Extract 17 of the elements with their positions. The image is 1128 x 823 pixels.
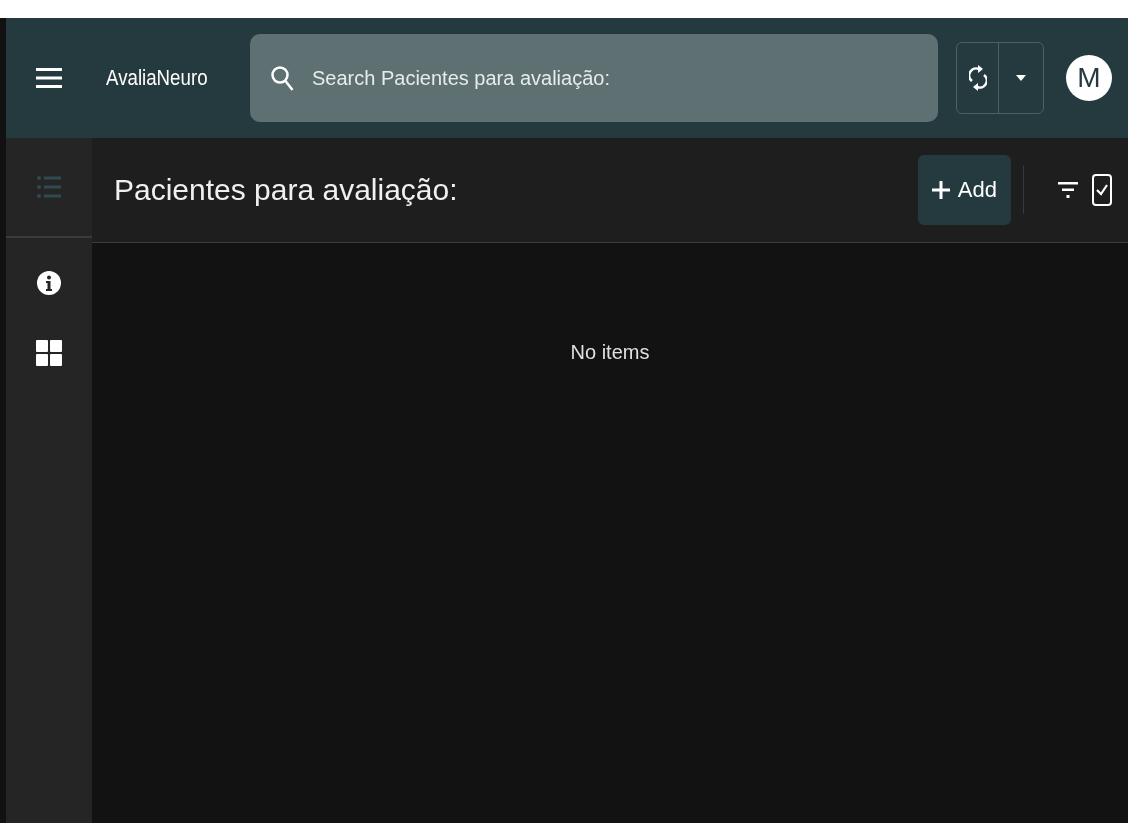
grid-icon (36, 340, 62, 366)
plus-icon (931, 181, 950, 199)
filter-icon (1058, 181, 1078, 199)
app-title: AvaliaNeuro (106, 65, 207, 91)
filter-button[interactable] (1058, 181, 1078, 199)
menu-icon[interactable] (36, 67, 62, 89)
panel-title: Pacientes para avaliação: (114, 173, 459, 207)
select-button[interactable] (1092, 174, 1112, 206)
add-button[interactable]: Add (917, 155, 1011, 225)
info-icon (37, 271, 61, 295)
list-icon (36, 174, 62, 200)
caret-icon (1016, 75, 1026, 81)
empty-message: No items (569, 341, 651, 364)
sync-icon (968, 64, 987, 92)
checkbox-icon (1092, 174, 1112, 206)
search-field[interactable]: Search Pacientes para avaliação: (250, 34, 938, 122)
user-avatar[interactable]: M (1066, 55, 1112, 101)
